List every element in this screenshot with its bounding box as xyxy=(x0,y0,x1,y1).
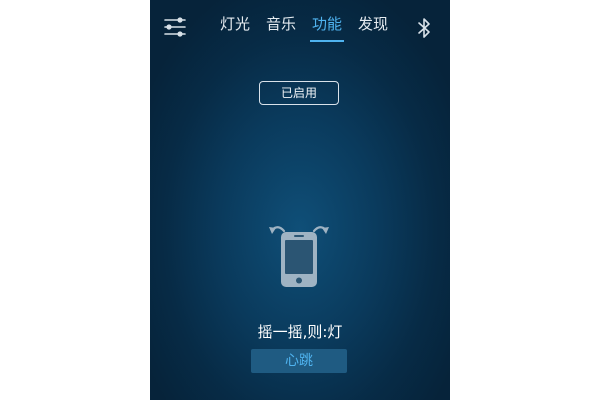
top-bar: 灯光 音乐 功能 发现 xyxy=(150,0,450,52)
tab-function[interactable]: 功能 xyxy=(304,14,350,42)
bluetooth-button[interactable] xyxy=(416,17,432,39)
menu-button[interactable] xyxy=(162,15,188,39)
enabled-status-button[interactable]: 已启用 xyxy=(259,81,339,105)
tab-light[interactable]: 灯光 xyxy=(212,14,258,42)
sliders-menu-icon xyxy=(164,17,186,37)
bluetooth-icon xyxy=(418,18,430,38)
shake-mode-label: 摇一摇,则:灯 xyxy=(257,323,343,341)
app-screen: 灯光 音乐 功能 发现 已启用 摇一摇,则:灯 心跳 xyxy=(150,0,450,400)
tab-music[interactable]: 音乐 xyxy=(258,14,304,42)
tab-discover[interactable]: 发现 xyxy=(350,14,396,42)
shake-phone-icon xyxy=(268,218,330,290)
heartbeat-mode-button[interactable]: 心跳 xyxy=(251,349,347,373)
tab-bar: 灯光 音乐 功能 发现 xyxy=(212,14,396,42)
